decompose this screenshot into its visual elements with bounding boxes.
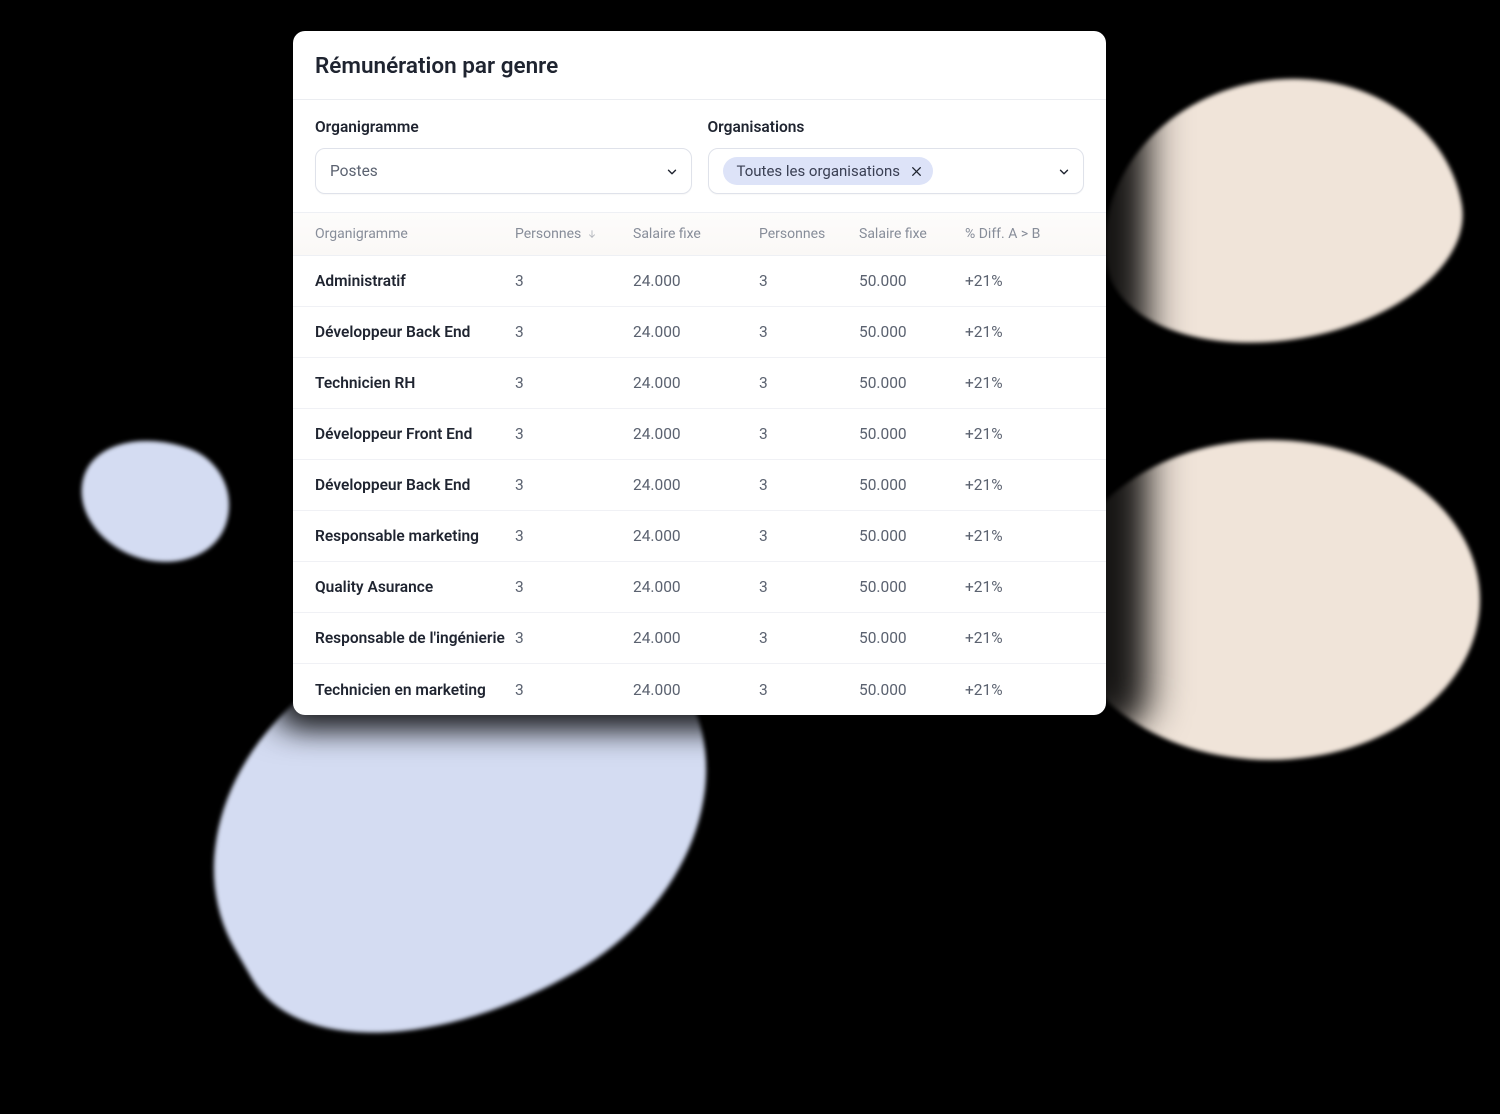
table-row[interactable]: Responsable marketing324.000350.000+21% [293, 511, 1106, 562]
row-persons-b: 3 [759, 323, 859, 341]
row-persons-b: 3 [759, 425, 859, 443]
table-row[interactable]: Quality Asurance324.000350.000+21% [293, 562, 1106, 613]
organisations-tag: Toutes les organisations [723, 157, 933, 185]
row-persons-b: 3 [759, 681, 859, 699]
table-header: Organigramme Personnes Salaire fixe Pers… [293, 212, 1106, 256]
row-salary-a: 24.000 [633, 681, 759, 699]
row-salary-b: 50.000 [859, 681, 965, 699]
table-row[interactable]: Administratif324.000350.000+21% [293, 256, 1106, 307]
row-diff: +21% [965, 425, 1065, 443]
row-persons-a: 3 [515, 476, 633, 494]
row-diff: +21% [965, 578, 1065, 596]
table-row[interactable]: Technicien RH324.000350.000+21% [293, 358, 1106, 409]
row-persons-a: 3 [515, 681, 633, 699]
row-salary-a: 24.000 [633, 374, 759, 392]
table-body: Administratif324.000350.000+21%Développe… [293, 256, 1106, 715]
row-persons-a: 3 [515, 629, 633, 647]
row-diff: +21% [965, 476, 1065, 494]
row-diff: +21% [965, 629, 1065, 647]
row-salary-a: 24.000 [633, 425, 759, 443]
organisations-tag-label: Toutes les organisations [737, 162, 900, 180]
row-salary-a: 24.000 [633, 272, 759, 290]
chevron-down-icon [1057, 165, 1069, 177]
chevron-down-icon [665, 165, 677, 177]
row-name: Technicien en marketing [315, 681, 515, 699]
filters-row: Organigramme Postes Organisations Toutes… [293, 100, 1106, 212]
row-name: Développeur Back End [315, 323, 515, 341]
filter-label-organisations: Organisations [708, 118, 1085, 136]
row-persons-b: 3 [759, 629, 859, 647]
row-persons-b: 3 [759, 527, 859, 545]
row-name: Quality Asurance [315, 578, 515, 596]
row-name: Développeur Back End [315, 476, 515, 494]
table-row[interactable]: Responsable de l'ingénierie324.000350.00… [293, 613, 1106, 664]
organigramme-dropdown[interactable]: Postes [315, 148, 692, 194]
row-salary-a: 24.000 [633, 527, 759, 545]
col-personnes-a[interactable]: Personnes [515, 226, 633, 242]
row-diff: +21% [965, 272, 1065, 290]
row-salary-b: 50.000 [859, 374, 965, 392]
table-row[interactable]: Technicien en marketing324.000350.000+21… [293, 664, 1106, 715]
row-persons-b: 3 [759, 578, 859, 596]
row-salary-b: 50.000 [859, 629, 965, 647]
col-diff[interactable]: % Diff. A > B [965, 226, 1065, 242]
compensation-card: Rémunération par genre Organigramme Post… [293, 31, 1106, 715]
row-diff: +21% [965, 681, 1065, 699]
row-salary-a: 24.000 [633, 323, 759, 341]
row-persons-a: 3 [515, 578, 633, 596]
col-salaire-b[interactable]: Salaire fixe [859, 226, 965, 242]
row-salary-b: 50.000 [859, 323, 965, 341]
row-persons-b: 3 [759, 374, 859, 392]
filter-organigramme: Organigramme Postes [315, 118, 692, 194]
col-organigramme[interactable]: Organigramme [315, 226, 515, 242]
row-persons-a: 3 [515, 374, 633, 392]
table-row[interactable]: Développeur Back End324.000350.000+21% [293, 460, 1106, 511]
filter-organisations: Organisations Toutes les organisations [708, 118, 1085, 194]
table-row[interactable]: Développeur Front End324.000350.000+21% [293, 409, 1106, 460]
row-persons-a: 3 [515, 527, 633, 545]
row-salary-b: 50.000 [859, 425, 965, 443]
row-persons-a: 3 [515, 272, 633, 290]
table-row[interactable]: Développeur Back End324.000350.000+21% [293, 307, 1106, 358]
row-salary-a: 24.000 [633, 476, 759, 494]
organigramme-value: Postes [330, 162, 378, 180]
row-name: Responsable marketing [315, 527, 515, 545]
row-name: Développeur Front End [315, 425, 515, 443]
row-diff: +21% [965, 323, 1065, 341]
row-salary-b: 50.000 [859, 476, 965, 494]
col-salaire-a[interactable]: Salaire fixe [633, 226, 759, 242]
row-salary-a: 24.000 [633, 629, 759, 647]
row-salary-b: 50.000 [859, 578, 965, 596]
card-header: Rémunération par genre [293, 31, 1106, 99]
row-name: Administratif [315, 272, 515, 290]
row-salary-a: 24.000 [633, 578, 759, 596]
row-salary-b: 50.000 [859, 527, 965, 545]
sort-down-icon [587, 228, 597, 240]
filter-label-organigramme: Organigramme [315, 118, 692, 136]
row-diff: +21% [965, 374, 1065, 392]
row-name: Responsable de l'ingénierie [315, 629, 515, 647]
row-diff: +21% [965, 527, 1065, 545]
row-salary-b: 50.000 [859, 272, 965, 290]
row-persons-b: 3 [759, 272, 859, 290]
col-personnes-b[interactable]: Personnes [759, 226, 859, 242]
row-name: Technicien RH [315, 374, 515, 392]
card-title: Rémunération par genre [315, 53, 1084, 79]
remove-tag-button[interactable] [910, 165, 923, 178]
organisations-dropdown[interactable]: Toutes les organisations [708, 148, 1085, 194]
row-persons-b: 3 [759, 476, 859, 494]
row-persons-a: 3 [515, 425, 633, 443]
row-persons-a: 3 [515, 323, 633, 341]
